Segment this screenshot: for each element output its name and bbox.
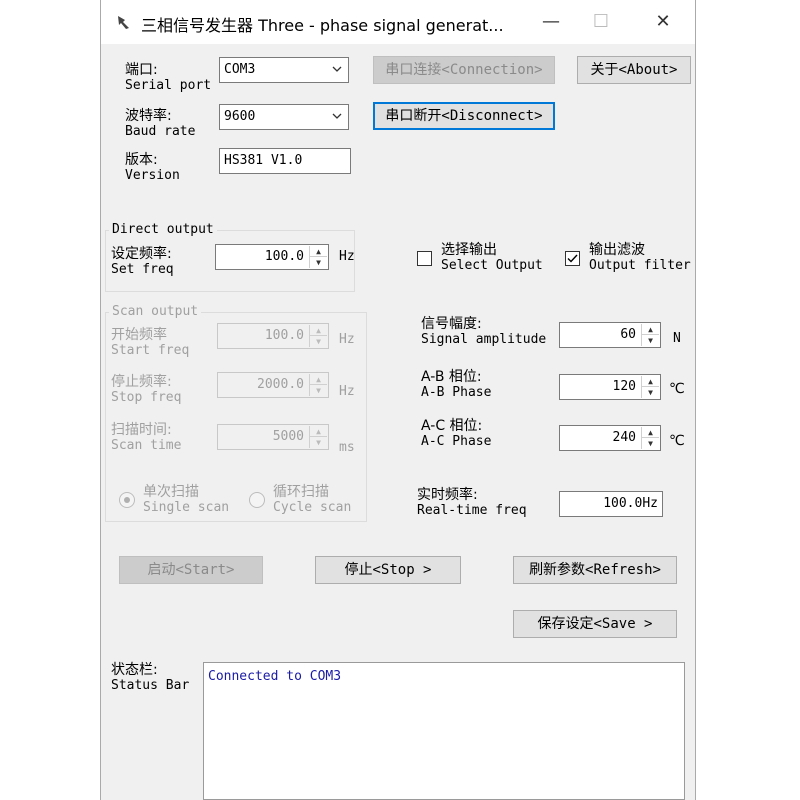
status-bar-label: 状态栏: Status Bar [111,662,190,693]
output-filter-checkbox[interactable] [565,251,580,266]
refresh-button[interactable]: 刷新参数<Refresh> [513,556,677,584]
spin-control[interactable]: ▲ ▼ [641,376,659,398]
cycle-scan-label: 循环扫描 Cycle scan [273,484,352,515]
spin-control[interactable]: ▲ ▼ [309,426,327,448]
chevron-down-icon [332,66,342,72]
ab-phase-value: 120 [612,379,636,394]
status-message: Connected to COM3 [208,669,342,684]
about-button[interactable]: 关于<About> [577,56,691,84]
version-value: HS381 V1.0 [224,153,303,168]
cycle-scan-radio[interactable] [249,492,265,508]
stop-freq-spinbox[interactable]: 2000.0 ▲ ▼ [217,372,329,398]
spin-down-icon[interactable]: ▼ [310,437,327,448]
spin-up-icon[interactable]: ▲ [310,325,327,336]
save-button[interactable]: 保存设定<Save > [513,610,677,638]
realtime-freq-field: 100.0Hz [559,491,663,517]
spin-down-icon[interactable]: ▼ [642,438,659,449]
app-icon [118,16,129,29]
start-freq-label: 开始频率 Start freq [111,327,190,358]
spin-down-icon[interactable]: ▼ [310,257,327,268]
spin-up-icon[interactable]: ▲ [310,426,327,437]
start-freq-spinbox[interactable]: 100.0 ▲ ▼ [217,323,329,349]
output-filter-label: 输出滤波 Output filter [589,242,691,273]
baud-label: 波特率: Baud rate [125,108,196,139]
spin-down-icon[interactable]: ▼ [642,335,659,346]
maximize-button[interactable]: ☐ [581,8,621,36]
realtime-freq-value: 100.0Hz [603,496,658,511]
checkmark-icon [567,254,578,263]
direct-output-title: Direct output [109,222,217,237]
ac-phase-label: A-C 相位: A-C Phase [421,418,492,449]
disconnect-button[interactable]: 串口断开<Disconnect> [373,102,555,130]
set-freq-unit: Hz [339,249,355,264]
spin-up-icon[interactable]: ▲ [642,324,659,335]
scan-output-title: Scan output [109,304,202,319]
ab-phase-unit: ℃ [669,381,685,397]
single-scan-label: 单次扫描 Single scan [143,484,230,515]
version-label: 版本: Version [125,152,180,183]
set-freq-spinbox[interactable]: 100.0 ▲ ▼ [215,244,329,270]
amplitude-spinbox[interactable]: 60 ▲ ▼ [559,322,661,348]
amplitude-label: 信号幅度: Signal amplitude [421,316,547,347]
title-bar: 三相信号发生器 Three - phase signal generat... … [101,0,695,44]
spin-down-icon[interactable]: ▼ [310,385,327,396]
start-freq-value: 100.0 [264,328,304,343]
start-freq-unit: Hz [339,332,355,347]
ab-phase-spinbox[interactable]: 120 ▲ ▼ [559,374,661,400]
ac-phase-spinbox[interactable]: 240 ▲ ▼ [559,425,661,451]
status-textbox[interactable]: Connected to COM3 [203,662,685,800]
spin-control[interactable]: ▲ ▼ [309,325,327,347]
spin-up-icon[interactable]: ▲ [642,376,659,387]
ac-phase-value: 240 [612,430,636,445]
select-output-checkbox[interactable] [417,251,432,266]
spin-control[interactable]: ▲ ▼ [309,246,327,268]
connect-button[interactable]: 串口连接<Connection> [373,56,555,84]
scan-time-value: 5000 [272,429,304,444]
select-output-label: 选择输出 Select Output [441,242,543,273]
scan-time-label: 扫描时间: Scan time [111,422,182,453]
spin-control[interactable]: ▲ ▼ [641,427,659,449]
start-button[interactable]: 启动<Start> [119,556,263,584]
ac-phase-unit: ℃ [669,433,685,449]
minimize-button[interactable]: — [531,8,571,36]
port-value: COM3 [224,62,256,77]
spin-up-icon[interactable]: ▲ [310,246,327,257]
close-button[interactable]: ✕ [643,8,683,36]
radio-dot [124,497,130,503]
stop-freq-value: 2000.0 [257,377,304,392]
amplitude-unit: N [673,331,681,346]
stop-freq-label: 停止频率: Stop freq [111,374,182,405]
spin-down-icon[interactable]: ▼ [642,387,659,398]
spin-control[interactable]: ▲ ▼ [641,324,659,346]
single-scan-radio[interactable] [119,492,135,508]
window-title: 三相信号发生器 Three - phase signal generat... [141,16,504,35]
spin-up-icon[interactable]: ▲ [310,374,327,385]
app-window: 三相信号发生器 Three - phase signal generat... … [100,0,696,800]
realtime-freq-label: 实时频率: Real-time freq [417,487,527,518]
spin-control[interactable]: ▲ ▼ [309,374,327,396]
spin-down-icon[interactable]: ▼ [310,336,327,347]
stop-button[interactable]: 停止<Stop > [315,556,461,584]
version-field: HS381 V1.0 [219,148,351,174]
scan-time-unit: ms [339,440,355,455]
spin-up-icon[interactable]: ▲ [642,427,659,438]
port-select[interactable]: COM3 [219,57,349,83]
set-freq-label: 设定频率: Set freq [111,246,174,277]
baud-select[interactable]: 9600 [219,104,349,130]
port-label: 端口: Serial port [125,62,212,93]
scan-time-spinbox[interactable]: 5000 ▲ ▼ [217,424,329,450]
baud-value: 9600 [224,109,256,124]
amplitude-value: 60 [620,327,636,342]
chevron-down-icon [332,113,342,119]
ab-phase-label: A-B 相位: A-B Phase [421,369,492,400]
set-freq-value: 100.0 [264,249,304,264]
stop-freq-unit: Hz [339,384,355,399]
